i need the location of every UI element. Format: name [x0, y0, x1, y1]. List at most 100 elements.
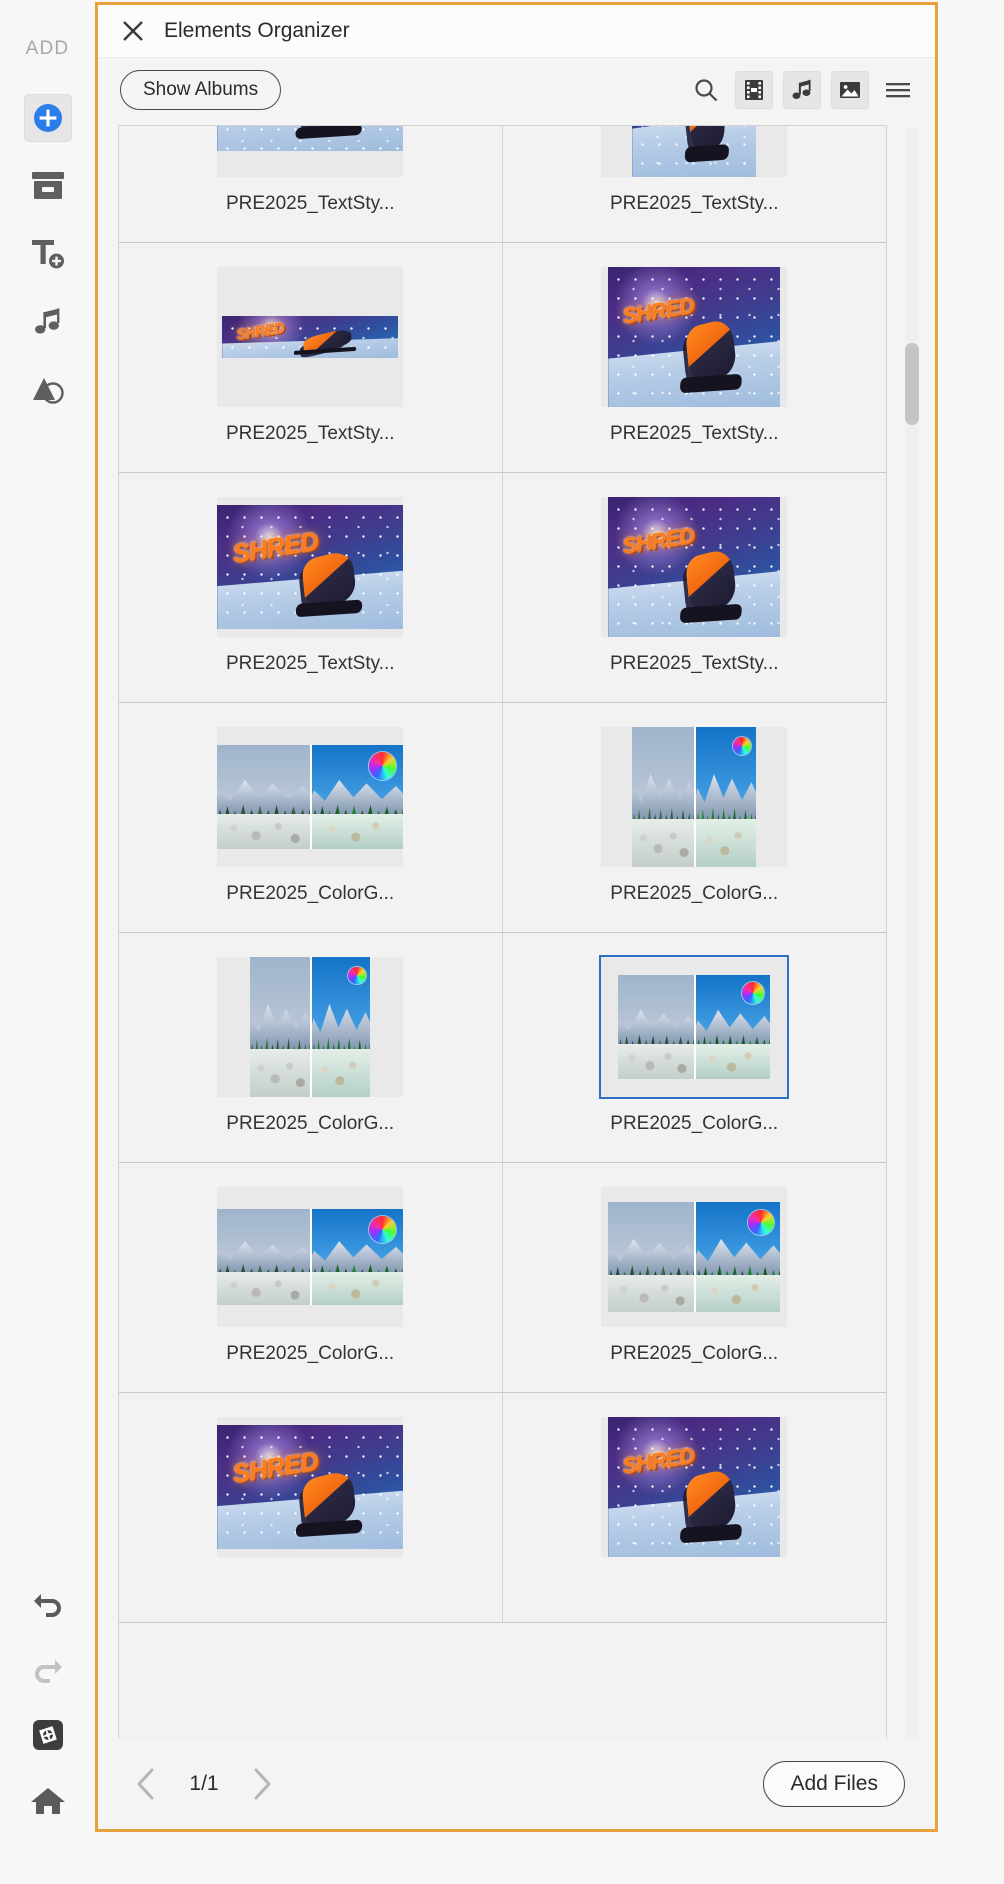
left-tool-rail: ADD: [0, 0, 95, 1884]
dialog-toolbar: Show Albums: [98, 57, 935, 121]
thumbnail-art: [250, 957, 371, 1097]
thumbnail-art: SHRED: [608, 1417, 781, 1557]
music-note-icon: [24, 298, 72, 346]
rail-button-group: [0, 84, 95, 424]
rail-item-add-audio[interactable]: [0, 288, 95, 356]
thumbnail-art: SHRED: [608, 267, 781, 407]
media-cell[interactable]: SHRED PRE2025_TextSty...: [502, 126, 886, 243]
media-cell[interactable]: PRE2025_ColorG...: [119, 1163, 503, 1393]
thumbnail[interactable]: SHRED: [217, 126, 404, 177]
media-cell-label: PRE2025_TextSty...: [609, 653, 779, 674]
media-cell[interactable]: SHRED: [119, 1393, 503, 1623]
thumbnail-art: SHRED: [217, 1425, 404, 1549]
home-icon: [24, 1777, 72, 1825]
media-cell-label: PRE2025_ColorG...: [226, 1343, 395, 1364]
text-add-icon: [24, 230, 72, 278]
add-files-button[interactable]: Add Files: [763, 1761, 905, 1807]
hamburger-menu-icon[interactable]: [879, 71, 917, 109]
close-icon[interactable]: [120, 18, 146, 44]
thumbnail[interactable]: [217, 727, 404, 867]
page-indicator: 1/1: [189, 1772, 219, 1795]
thumbnail[interactable]: [599, 955, 790, 1099]
film-strip-icon[interactable]: [735, 70, 773, 109]
undo-arrow-icon: [24, 1579, 72, 1627]
rail-item-redo[interactable]: [0, 1636, 95, 1702]
media-settings-icon: [24, 1711, 72, 1759]
redo-arrow-icon: [24, 1645, 72, 1693]
media-cell[interactable]: SHRED PRE2025_TextSty...: [119, 243, 503, 473]
archive-box-icon: [24, 162, 72, 210]
media-cell[interactable]: SHRED PRE2025_TextSty...: [119, 126, 503, 243]
media-cell[interactable]: PRE2025_ColorG...: [502, 703, 886, 933]
media-cell[interactable]: PRE2025_ColorG...: [119, 703, 503, 933]
media-cell-label: PRE2025_ColorG...: [610, 1113, 779, 1134]
media-cell[interactable]: PRE2025_ColorG...: [502, 1163, 886, 1393]
thumbnail-art: SHRED: [217, 505, 404, 629]
toolbar-icon-group: [687, 70, 917, 109]
rail-item-add-media[interactable]: [0, 84, 95, 152]
plus-circle-icon: [23, 94, 72, 142]
media-cell[interactable]: SHRED PRE2025_TextSty...: [502, 473, 886, 703]
media-cell-label: PRE2025_TextSty...: [225, 423, 395, 444]
thumbnail-art: [608, 1202, 781, 1312]
rail-item-add-graphic[interactable]: [0, 152, 95, 220]
rail-top-group: ADD: [0, 0, 95, 424]
thumbnail-art: [217, 745, 404, 849]
media-cell[interactable]: PRE2025_ColorG...: [119, 933, 503, 1163]
rail-item-add-text[interactable]: [0, 220, 95, 288]
chevron-left-icon[interactable]: [124, 1762, 168, 1806]
media-cell-label: PRE2025_TextSty...: [609, 193, 779, 214]
thumbnail-art: SHRED: [217, 126, 404, 151]
dialog-titlebar: Elements Organizer: [98, 5, 935, 57]
media-cell[interactable]: SHRED: [502, 1393, 886, 1623]
music-note-icon[interactable]: [783, 70, 821, 109]
thumbnail[interactable]: SHRED: [217, 1417, 404, 1557]
media-grid-scroller[interactable]: SHRED PRE2025_TextSty... SHRED: [118, 125, 887, 1739]
rail-section-label: ADD: [25, 38, 70, 59]
thumbnail[interactable]: [601, 1187, 788, 1327]
rail-item-settings[interactable]: [0, 1702, 95, 1768]
rail-bottom-group: [0, 1570, 95, 1834]
media-cell-label: PRE2025_ColorG...: [226, 883, 395, 904]
thumbnail-art: SHRED: [632, 126, 757, 177]
dialog-title: Elements Organizer: [164, 19, 350, 42]
thumbnail[interactable]: [217, 957, 404, 1097]
dialog-footer: 1/1 Add Files: [98, 1739, 935, 1829]
thumbnail-art: SHRED: [222, 316, 399, 358]
thumbnail[interactable]: SHRED: [601, 1417, 788, 1557]
thumbnail-art: SHRED: [608, 497, 781, 637]
thumbnail[interactable]: SHRED: [601, 497, 788, 637]
photo-icon[interactable]: [831, 70, 869, 109]
thumbnail-art: [618, 975, 771, 1079]
rail-item-add-shape[interactable]: [0, 356, 95, 424]
media-grid-area: SHRED PRE2025_TextSty... SHRED: [98, 121, 935, 1739]
thumbnail[interactable]: SHRED: [217, 267, 404, 407]
media-cell-label: PRE2025_ColorG...: [610, 1343, 779, 1364]
vertical-scrollbar[interactable]: [895, 125, 929, 1739]
media-cell-label: PRE2025_TextSty...: [609, 423, 779, 444]
elements-organizer-dialog: Elements Organizer Show Albums PRE2025_T…: [95, 2, 938, 1832]
media-cell-label: PRE2025_ColorG...: [610, 883, 779, 904]
thumbnail[interactable]: SHRED: [217, 497, 404, 637]
thumbnail-art: [632, 727, 757, 867]
show-albums-button[interactable]: Show Albums: [120, 69, 282, 110]
thumbnail[interactable]: [217, 1187, 404, 1327]
rail-item-home[interactable]: [0, 1768, 95, 1834]
media-cell-label: PRE2025_TextSty...: [225, 193, 395, 214]
shapes-icon: [24, 366, 72, 414]
media-cell[interactable]: SHRED PRE2025_TextSty...: [119, 473, 503, 703]
media-cell[interactable]: SHRED PRE2025_TextSty...: [502, 243, 886, 473]
rail-item-undo[interactable]: [0, 1570, 95, 1636]
media-cell-label: PRE2025_TextSty...: [225, 653, 395, 674]
chevron-right-icon[interactable]: [240, 1762, 284, 1806]
media-cell-selected[interactable]: PRE2025_ColorG...: [502, 933, 886, 1163]
thumbnail[interactable]: [601, 727, 788, 867]
media-cell-label: PRE2025_ColorG...: [226, 1113, 395, 1134]
thumbnail[interactable]: SHRED: [601, 126, 788, 177]
elements-organizer-screen: ADD Elements Organizer Show Albums PRE20…: [0, 0, 1004, 1884]
thumbnail[interactable]: SHRED: [601, 267, 788, 407]
media-grid: SHRED PRE2025_TextSty... SHRED: [119, 126, 886, 1623]
thumbnail-art: [217, 1209, 404, 1305]
search-icon[interactable]: [687, 71, 725, 109]
scrollbar-thumb[interactable]: [905, 343, 919, 425]
